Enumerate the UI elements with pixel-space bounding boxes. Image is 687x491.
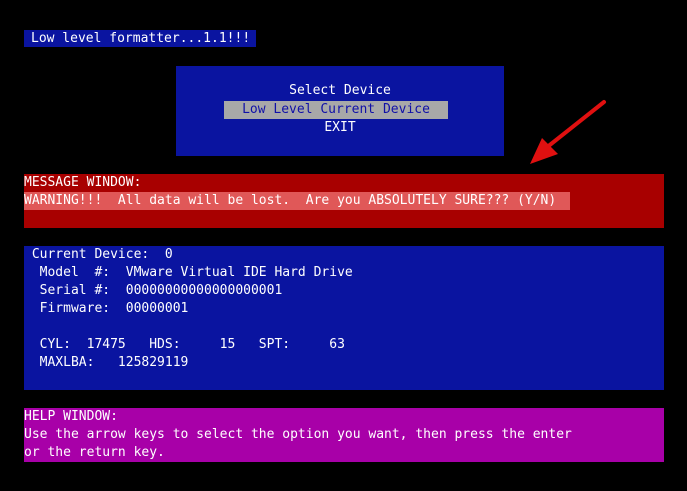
message-window-title: MESSAGE WINDOW: xyxy=(24,175,142,190)
help-window: HELP WINDOW: Use the arrow keys to selec… xyxy=(24,408,664,462)
message-window: MESSAGE WINDOW: WARNING!!! All data will… xyxy=(24,174,664,228)
menu-item-select-device[interactable]: Select Device xyxy=(176,82,504,100)
red-arrow-icon xyxy=(530,100,606,164)
help-text-line-1: Use the arrow keys to select the option … xyxy=(24,427,572,442)
main-menu: Select Device Low Level Current Device E… xyxy=(176,66,504,156)
help-window-title: HELP WINDOW: xyxy=(24,409,118,424)
app-title: Low level formatter...1.1!!! xyxy=(24,30,256,47)
menu-item-exit[interactable]: EXIT xyxy=(176,119,504,137)
menu-item-low-level-current-device[interactable]: Low Level Current Device xyxy=(224,101,448,119)
device-geometry: CYL: 17475 HDS: 15 SPT: 63 xyxy=(24,337,345,352)
help-text-line-2: or the return key. xyxy=(24,445,165,460)
device-serial: Serial #: 00000000000000000001 xyxy=(24,283,283,298)
current-device: Current Device: 0 xyxy=(24,247,173,262)
device-model: Model #: VMware Virtual IDE Hard Drive xyxy=(24,265,353,280)
device-firmware: Firmware: 00000001 xyxy=(24,301,189,316)
device-info-panel: Current Device: 0 Model #: VMware Virtua… xyxy=(24,246,664,390)
device-maxlba: MAXLBA: 125829119 xyxy=(24,355,189,370)
warning-message: WARNING!!! All data will be lost. Are yo… xyxy=(24,192,570,210)
